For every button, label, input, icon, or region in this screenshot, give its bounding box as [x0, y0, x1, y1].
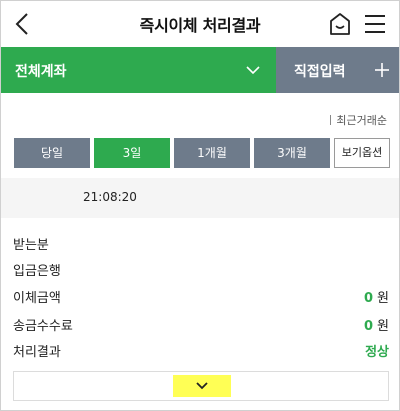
- home-button[interactable]: [328, 11, 352, 37]
- row-label: 송금수수료: [13, 319, 73, 334]
- row-label: 이체금액: [13, 291, 61, 306]
- status-badge: 정상: [365, 345, 389, 360]
- row-deposit-bank: 입금은행: [13, 258, 389, 280]
- sort-recent-link[interactable]: 최근거래순: [330, 112, 387, 128]
- expand-button[interactable]: [173, 375, 231, 397]
- account-select-dropdown[interactable]: 전체계좌: [1, 47, 276, 93]
- period-3months-button[interactable]: 3개월: [254, 138, 330, 168]
- row-label: 처리결과: [13, 345, 61, 360]
- divider: [330, 115, 332, 125]
- menu-button[interactable]: [363, 13, 387, 35]
- row-value: 0원: [364, 315, 389, 334]
- amount-unit: 원: [377, 291, 389, 306]
- fee-unit: 원: [377, 319, 389, 334]
- row-label: 입금은행: [13, 264, 61, 279]
- hamburger-menu-icon: [365, 15, 385, 33]
- fee-number: 0: [363, 319, 374, 334]
- chevron-down-icon: [246, 66, 260, 75]
- chevron-down-icon: [196, 382, 208, 390]
- app-frame: 즉시이체 처리결과 전체계좌 직접입력 최근거래순 당일 3일 1개월 3개월 …: [0, 0, 400, 411]
- top-header: 즉시이체 처리결과: [1, 1, 399, 47]
- direct-input-button[interactable]: 직접입력: [276, 47, 399, 93]
- sort-label: 최근거래순: [336, 114, 387, 127]
- transaction-time-strip: 21:08:20: [1, 178, 399, 218]
- view-options-button[interactable]: 보기옵션: [334, 138, 390, 168]
- row-process-result: 처리결과 정상: [13, 339, 389, 361]
- expand-area: [13, 371, 389, 401]
- amount-number: 0: [363, 291, 374, 306]
- period-3days-button[interactable]: 3일: [94, 138, 170, 168]
- row-label: 받는분: [13, 238, 49, 253]
- plus-icon: [375, 63, 389, 77]
- home-icon: [330, 13, 350, 35]
- transaction-time: 21:08:20: [83, 190, 137, 204]
- direct-input-label: 직접입력: [294, 64, 346, 80]
- row-transfer-amount: 이체금액 0원: [13, 285, 389, 307]
- period-1month-button[interactable]: 1개월: [174, 138, 250, 168]
- row-remittance-fee: 송금수수료 0원: [13, 313, 389, 335]
- row-value: 0원: [364, 287, 389, 306]
- account-select-label: 전체계좌: [15, 64, 67, 80]
- row-recipient: 받는분: [13, 232, 389, 254]
- period-today-button[interactable]: 당일: [14, 138, 90, 168]
